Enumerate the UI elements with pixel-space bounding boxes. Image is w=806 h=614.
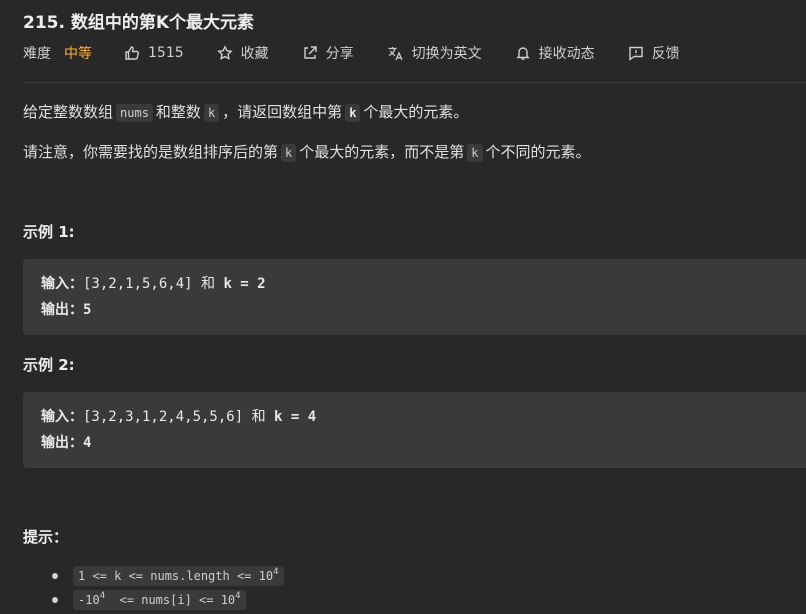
example-2-box: 输入：[3,2,3,1,2,4,5,5,6] 和 k = 4 输出：4 <box>23 392 806 468</box>
inline-code-k: k <box>281 144 297 162</box>
translate-label: 切换为英文 <box>411 46 482 62</box>
bell-icon <box>515 47 530 60</box>
input-value: [3,2,3,1,2,4,5,5,6] <box>83 409 244 425</box>
example-2-title: 示例 2: <box>23 356 75 374</box>
inline-code-k: k <box>345 104 361 122</box>
description-text: 给定整数数组 <box>23 103 114 121</box>
share-button[interactable]: 分享 <box>302 43 354 63</box>
inline-code-nums: nums <box>116 104 153 122</box>
favorite-button[interactable]: 收藏 <box>216 43 269 63</box>
description-paragraph-2: 请注意，你需要找的是数组排序后的第 k 个最大的元素，而不是第 k 个不同的元素。 <box>23 141 591 163</box>
output-label: 输出： <box>41 302 83 318</box>
star-icon <box>216 45 233 60</box>
hints-list: 1 <= k <= nums.length <= 104 -104 <= num… <box>52 564 284 612</box>
inline-code-k: k <box>203 104 220 122</box>
header-divider <box>23 82 806 83</box>
problem-meta-bar: 难度 中等 1515 收藏 分享 切换为英文 接收动态 反馈 <box>23 42 713 64</box>
hint-item: 1 <= k <= nums.length <= 104 <box>52 564 284 588</box>
translate-icon <box>388 47 403 61</box>
description-text: 和整数 <box>155 103 201 121</box>
hint-text: <= nums[i] <= 10 <box>105 593 236 607</box>
output-label: 输出： <box>41 435 83 451</box>
hint-code: -104 <= nums[i] <= 104 <box>73 590 246 610</box>
hints-title: 提示： <box>23 528 69 546</box>
feedback-button[interactable]: 反馈 <box>628 43 680 63</box>
problem-title: 215. 数组中的第K个最大元素 <box>23 13 255 33</box>
translate-button[interactable]: 切换为英文 <box>387 43 482 63</box>
problem-page: 215. 数组中的第K个最大元素 难度 中等 1515 收藏 分享 切换为英文 … <box>0 0 806 614</box>
input-value: [3,2,1,5,6,4] <box>83 276 193 292</box>
hint-text: 1 <= k <= nums.length <= 10 <box>78 569 274 583</box>
description-paragraph-1: 给定整数数组 nums 和整数 k ，请返回数组中第 k 个最大的元素。 <box>23 101 468 123</box>
and-word: 和 <box>251 409 266 425</box>
example-2-output: 输出：4 <box>41 430 806 456</box>
description-text: 个最大的元素。 <box>363 103 469 121</box>
feedback-label: 反馈 <box>651 46 680 62</box>
description-text: 请注意，你需要找的是数组排序后的第 <box>23 143 279 161</box>
hint-superscript: 4 <box>235 591 241 601</box>
example-1-title: 示例 1: <box>23 223 75 241</box>
thumbs-up-icon <box>125 46 140 60</box>
description-text: 个不同的元素。 <box>485 143 591 161</box>
example-1-output: 输出：5 <box>41 297 806 323</box>
output-value: 4 <box>83 435 92 451</box>
feedback-icon <box>628 46 643 61</box>
description-text: 个最大的元素，而不是第 <box>299 143 465 161</box>
share-label: 分享 <box>325 46 354 62</box>
example-2-input: 输入：[3,2,3,1,2,4,5,5,6] 和 k = 4 <box>41 404 806 430</box>
hint-text: -10 <box>78 593 100 607</box>
k-expression: k = 2 <box>223 276 266 292</box>
hint-item: -104 <= nums[i] <= 104 <box>52 588 284 612</box>
k-expression: k = 4 <box>274 409 317 425</box>
difficulty-badge: 中等 <box>64 46 92 62</box>
like-count: 1515 <box>148 45 184 61</box>
description-text: ，请返回数组中第 <box>222 103 343 121</box>
difficulty-label: 难度 <box>23 46 51 62</box>
example-1-box: 输入：[3,2,1,5,6,4] 和 k = 2 输出：5 <box>23 259 806 335</box>
bullet <box>52 573 58 579</box>
share-icon <box>303 46 317 59</box>
bullet <box>52 597 58 603</box>
favorite-label: 收藏 <box>240 46 269 62</box>
output-value: 5 <box>83 302 92 318</box>
subscribe-label: 接收动态 <box>538 46 595 62</box>
input-label: 输入： <box>41 409 83 425</box>
hint-superscript: 4 <box>273 567 279 577</box>
hint-code: 1 <= k <= nums.length <= 104 <box>73 566 284 586</box>
input-label: 输入： <box>41 276 83 292</box>
and-word: 和 <box>201 276 216 292</box>
example-1-input: 输入：[3,2,1,5,6,4] 和 k = 2 <box>41 271 806 297</box>
subscribe-button[interactable]: 接收动态 <box>515 43 595 63</box>
like-button[interactable]: 1515 <box>124 45 184 61</box>
inline-code-k: k <box>467 144 483 162</box>
